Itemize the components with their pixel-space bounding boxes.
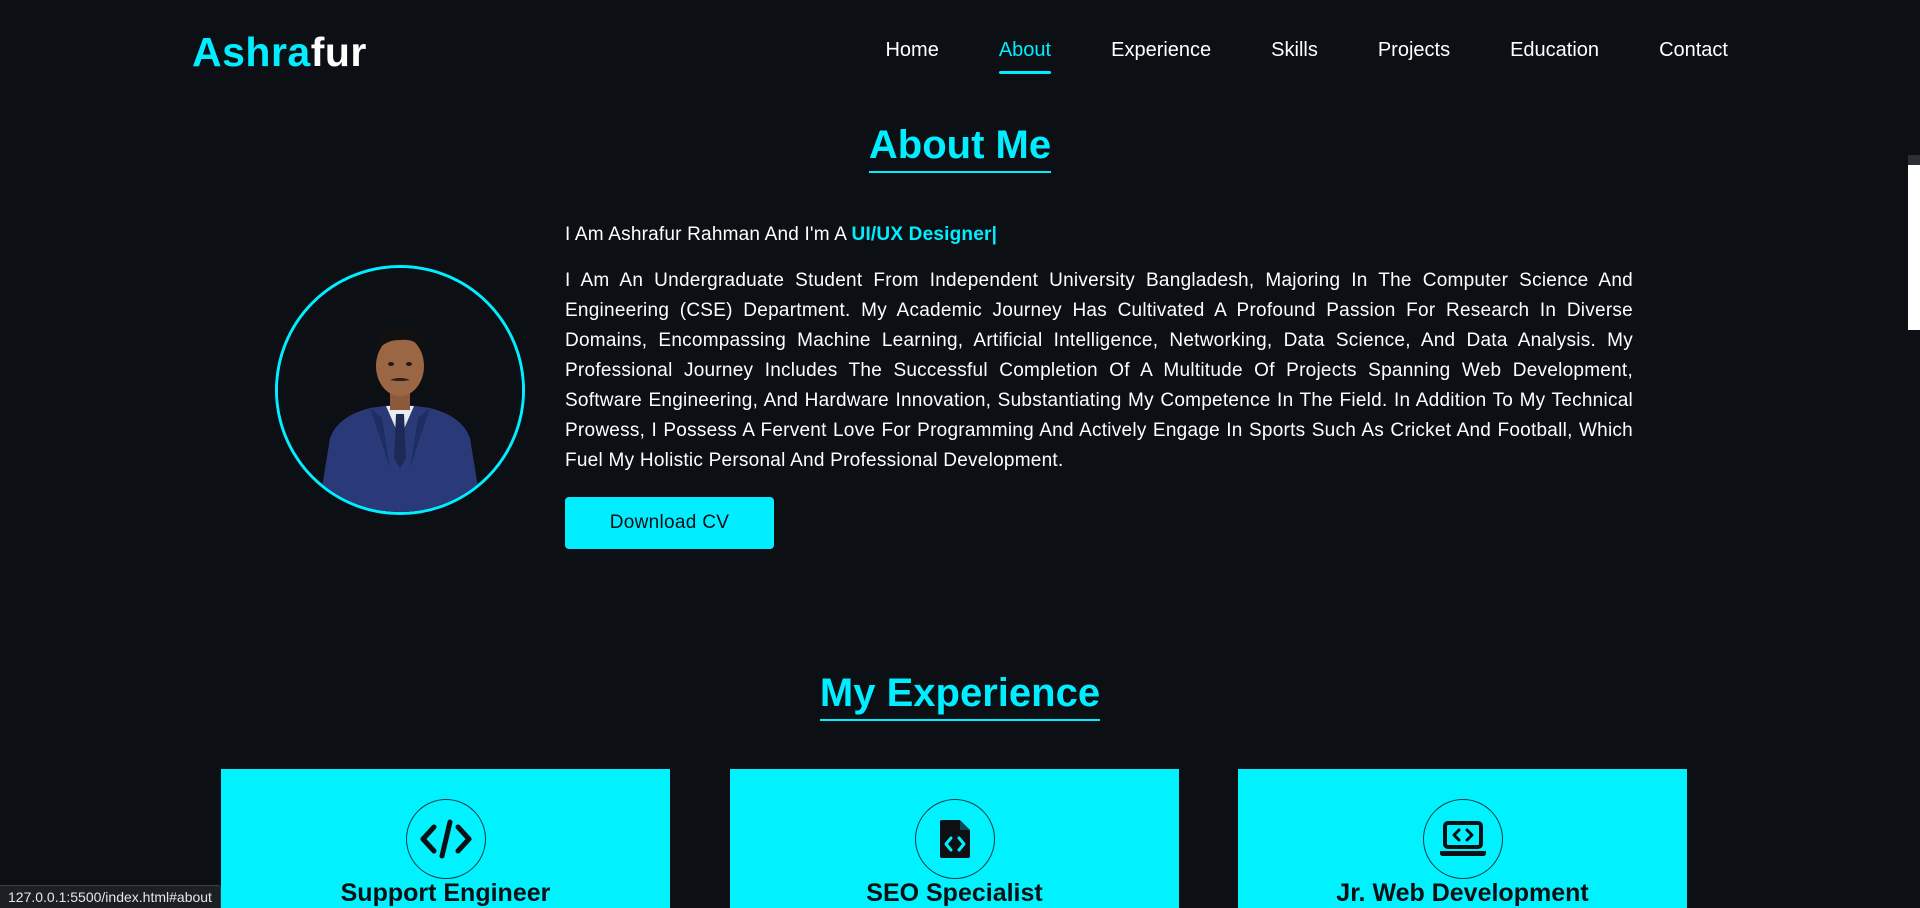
intro-line: I Am Ashrafur Rahman And I'm A UI/UX Des… [565,220,1633,250]
site-header: Ashrafur Home About Experience Skills Pr… [0,0,1920,100]
profile-photo [278,268,522,512]
about-heading: About Me [868,121,1052,173]
experience-heading: My Experience [819,669,1101,721]
link-status-bar: 127.0.0.1:5500/index.html#about [0,885,221,908]
experience-card-title: Jr. Web Development [1336,879,1589,907]
logo[interactable]: Ashrafur [192,28,367,76]
scrollbar[interactable] [1908,0,1920,908]
nav-about[interactable]: About [998,36,1052,74]
intro-role: UI/UX Designer| [851,224,998,245]
logo-accent: Ashra [192,29,311,75]
intro-prefix: I Am Ashrafur Rahman And I'm A [565,224,852,245]
experience-card[interactable]: Support Engineer [221,769,670,908]
profile-avatar [275,265,525,515]
scrollbar-notch [1908,155,1920,165]
about-heading-wrap: About Me [0,121,1920,173]
experience-card-title: SEO Specialist [866,879,1043,907]
nav-education[interactable]: Education [1510,36,1599,64]
page: Ashrafur Home About Experience Skills Pr… [0,0,1920,908]
file-code-icon [914,799,995,879]
scrollbar-thumb[interactable] [1908,165,1920,330]
about-bio: I Am An Undergraduate Student From Indep… [565,270,1633,471]
experience-card[interactable]: SEO Specialist [730,769,1179,908]
experience-card-title: Support Engineer [340,879,551,907]
logo-rest: fur [310,29,367,75]
about-content: I Am Ashrafur Rahman And I'm A UI/UX Des… [565,220,1633,476]
experience-card[interactable]: Jr. Web Development [1238,769,1687,908]
main-nav: Home About Experience Skills Projects Ed… [825,36,1728,74]
nav-contact[interactable]: Contact [1659,36,1728,64]
nav-home[interactable]: Home [885,36,938,64]
nav-skills[interactable]: Skills [1271,36,1318,64]
download-cv-button[interactable]: Download CV [565,497,774,549]
nav-experience[interactable]: Experience [1111,36,1211,64]
nav-projects[interactable]: Projects [1378,36,1450,64]
code-icon [405,799,486,879]
experience-heading-wrap: My Experience [0,669,1920,721]
laptop-code-icon [1422,799,1503,879]
